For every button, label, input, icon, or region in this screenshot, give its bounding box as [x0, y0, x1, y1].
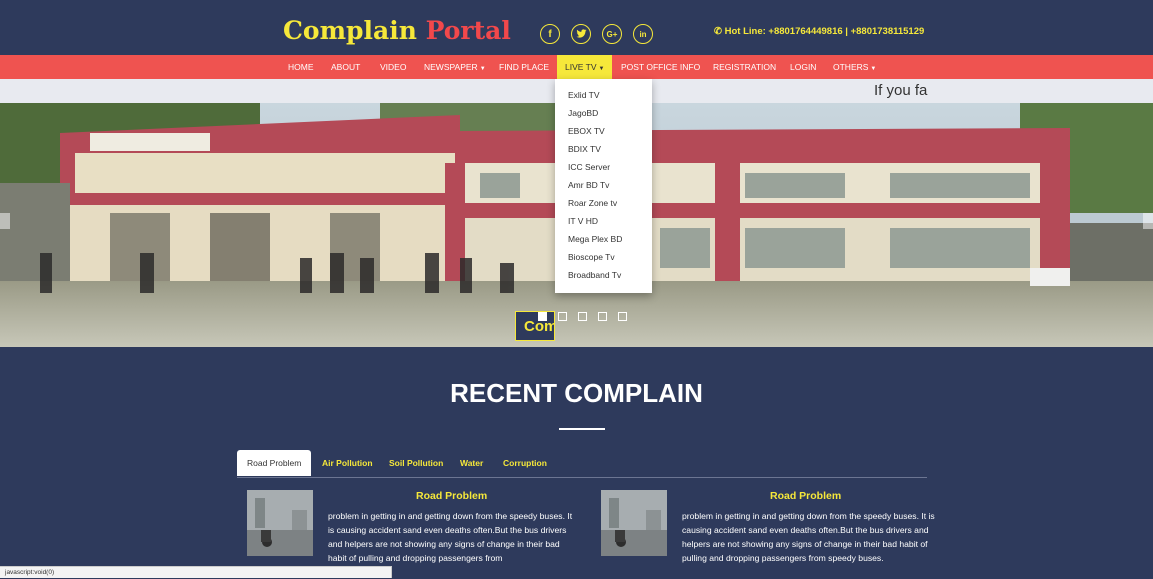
slide-indicator[interactable] — [578, 312, 587, 321]
nav-home[interactable]: HOME — [288, 55, 314, 79]
browser-status-bar: javascript:void(0) — [0, 566, 392, 578]
tab-soil-pollution[interactable]: Soil Pollution — [389, 450, 443, 476]
dropdown-item-bioscope-tv[interactable]: Bioscope Tv — [568, 252, 615, 262]
nav-live-tv[interactable]: LIVE TV ▼ — [557, 55, 613, 79]
tab-corruption[interactable]: Corruption — [503, 450, 547, 476]
tab-road-problem[interactable]: Road Problem — [237, 450, 312, 476]
dropdown-item-mega-plex-bd[interactable]: Mega Plex BD — [568, 234, 622, 244]
phone-icon: ✆ — [714, 26, 725, 37]
dropdown-item-exlid-tv[interactable]: Exlid TV — [568, 90, 600, 100]
nav-newspaper-label: NEWSPAPER — [424, 62, 478, 72]
slide-indicator[interactable] — [618, 312, 627, 321]
nav-registration[interactable]: REGISTRATION — [713, 55, 776, 79]
facebook-icon[interactable]: f — [540, 24, 560, 44]
brand-part2: Portal — [425, 16, 511, 45]
chevron-down-icon: ▼ — [479, 66, 486, 72]
complain-thumbnail[interactable] — [601, 490, 667, 556]
marquee-text: If you fa — [874, 82, 928, 99]
card-title[interactable]: Road Problem — [770, 490, 841, 502]
nav-login[interactable]: LOGIN — [790, 55, 816, 79]
card-text: problem in getting in and getting down f… — [682, 511, 935, 563]
linkedin-icon[interactable]: in — [633, 24, 653, 44]
nav-post-office-info[interactable]: POST OFFICE INFO — [621, 55, 700, 79]
dropdown-item-bdix-tv[interactable]: BDIX TV — [568, 144, 601, 154]
next-slide-button[interactable] — [1143, 213, 1153, 229]
dropdown-item-roar-zone-tv[interactable]: Roar Zone tv — [568, 198, 617, 208]
slide-indicator[interactable] — [558, 312, 567, 321]
google-plus-icon[interactable]: G+ — [602, 24, 622, 44]
dropdown-item-amr-bd-tv[interactable]: Amr BD Tv — [568, 180, 609, 190]
chevron-down-icon: ▼ — [598, 66, 605, 72]
prev-slide-button[interactable] — [0, 213, 10, 229]
header-bar: Complain Portal f G+ in ✆ Hot Line: +880… — [0, 0, 1153, 55]
nav-others-label: OTHERS — [833, 62, 869, 72]
card-title[interactable]: Road Problem — [416, 490, 487, 502]
slide-indicator[interactable] — [538, 312, 547, 321]
hotline-label: Hot Line: +8801764449816 | +880173811512… — [724, 26, 925, 37]
nav-others[interactable]: OTHERS ▼ — [833, 55, 876, 79]
slide-indicator[interactable] — [598, 312, 607, 321]
nav-video[interactable]: VIDEO — [380, 55, 406, 79]
chevron-down-icon: ▼ — [870, 66, 877, 72]
dropdown-item-ebox-tv[interactable]: EBOX TV — [568, 126, 605, 136]
dropdown-item-it-v-hd[interactable]: IT V HD — [568, 216, 598, 226]
slide-caption: Com — [515, 311, 555, 341]
brand-part1: Complain — [283, 16, 417, 45]
nav-live-tv-label: LIVE TV — [565, 62, 597, 72]
dropdown-item-icc-server[interactable]: ICC Server — [568, 162, 610, 172]
nav-find-place[interactable]: FIND PLACE — [499, 55, 549, 79]
main-nav: HOME ABOUT VIDEO NEWSPAPER ▼ FIND PLACE L… — [0, 55, 1153, 79]
complain-tabs: Road Problem Air Pollution Soil Pollutio… — [237, 450, 927, 478]
twitter-icon[interactable] — [571, 24, 591, 44]
tab-water[interactable]: Water — [460, 450, 483, 476]
site-logo[interactable]: Complain Portal — [283, 16, 511, 45]
tab-air-pollution[interactable]: Air Pollution — [322, 450, 373, 476]
hotline-text: ✆ Hot Line: +8801764449816 | +8801738115… — [714, 26, 924, 37]
live-tv-dropdown: Exlid TV JagoBD EBOX TV BDIX TV ICC Serv… — [555, 79, 652, 293]
title-divider — [559, 428, 605, 430]
card-text: problem in getting in and getting down f… — [328, 511, 573, 563]
dropdown-item-jagobd[interactable]: JagoBD — [568, 108, 598, 118]
complain-thumbnail[interactable] — [247, 490, 313, 556]
nav-about[interactable]: ABOUT — [331, 55, 360, 79]
dropdown-item-broadband-tv[interactable]: Broadband Tv — [568, 270, 621, 280]
section-title: RECENT COMPLAIN — [450, 378, 703, 408]
nav-newspaper[interactable]: NEWSPAPER ▼ — [424, 55, 486, 79]
